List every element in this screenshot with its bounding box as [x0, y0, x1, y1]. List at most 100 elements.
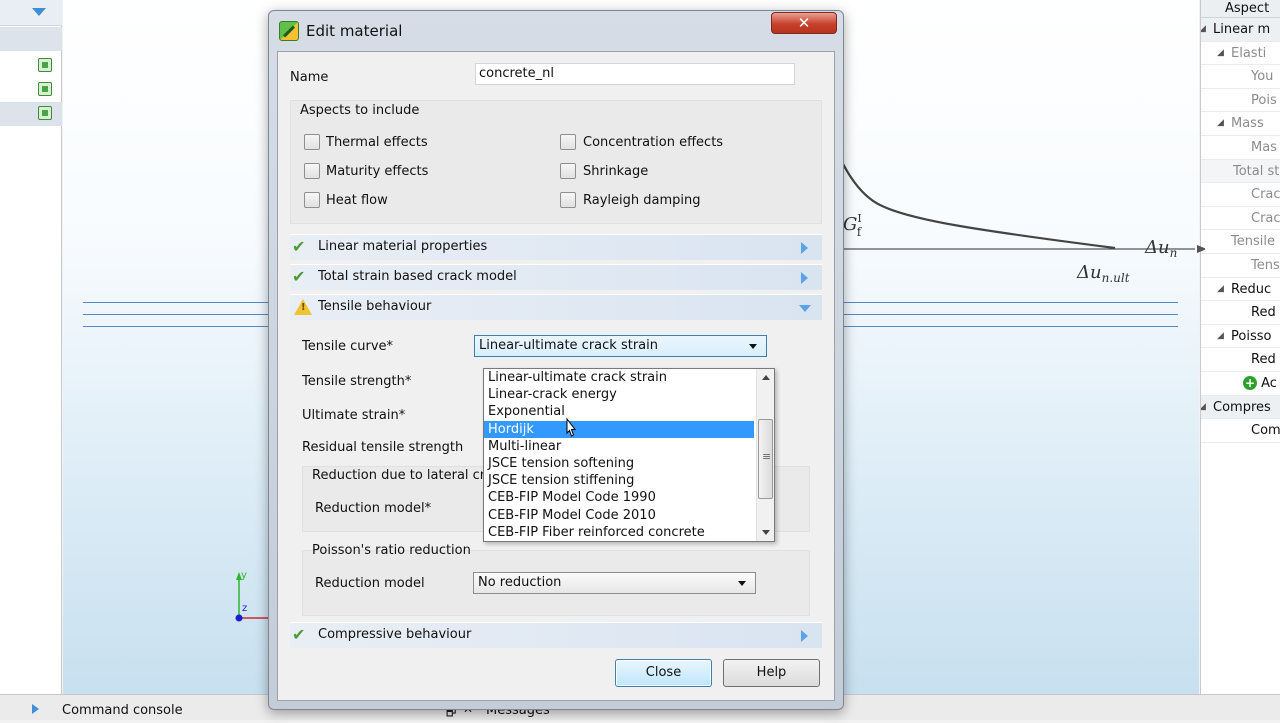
dropdown-option[interactable]: Exponential — [484, 403, 754, 420]
expand-caret-icon[interactable]: ◢ — [1201, 396, 1206, 419]
warning-icon — [294, 299, 312, 315]
chevron-down-icon — [799, 305, 811, 312]
name-label: Name — [290, 70, 329, 85]
aspect-tree-row[interactable]: ◢ Linear m — [1201, 18, 1280, 42]
rayleigh-damping-checkbox[interactable] — [560, 192, 576, 208]
graph-x-sub: n — [1170, 246, 1178, 260]
aspect-tree-row[interactable]: ◢ Compres — [1201, 395, 1280, 420]
help-button[interactable]: Help — [723, 659, 820, 687]
chevron-right-icon — [801, 242, 808, 254]
aspect-tree-row[interactable]: ◢ Mass — [1201, 112, 1280, 136]
concentration-effects-checkbox[interactable] — [560, 134, 576, 150]
reduction-model-label: Reduction model* — [315, 501, 432, 516]
model-tree-panel — [0, 0, 62, 706]
aspect-tree-row[interactable]: Tensile b — [1201, 230, 1280, 254]
graph-ult-label: Δu — [1076, 262, 1102, 283]
aspect-tree-label: Poisso — [1231, 328, 1272, 344]
expand-caret-icon[interactable]: ◢ — [1217, 278, 1224, 301]
edit-material-dialog: Edit material ✕ Name concrete_nl Aspects… — [268, 10, 844, 710]
dropdown-option[interactable]: Linear-crack energy — [484, 386, 754, 403]
axis-z-label: z — [242, 603, 247, 614]
aspect-tree-row[interactable]: Mas — [1201, 136, 1280, 160]
expand-arrow-icon[interactable] — [32, 704, 39, 714]
tensile-curve-dropdown[interactable]: Linear-ultimate crack strain Linear-crack… — [483, 368, 775, 542]
aspect-tree-row[interactable]: Compr — [1201, 419, 1280, 443]
add-icon[interactable]: + — [1243, 376, 1257, 391]
aspect-tree-row[interactable]: ◢ Poisso — [1201, 325, 1280, 349]
poisson-reduction-select[interactable]: No reduction — [473, 572, 756, 594]
aspect-tree-label: Red — [1251, 305, 1276, 321]
aspect-tree-label: Pois — [1251, 92, 1277, 108]
expand-caret-icon[interactable]: ◢ — [1217, 42, 1224, 65]
tree-toolbar — [0, 0, 62, 26]
svg-text:Δun.ult: Δun.ult — [1076, 262, 1130, 285]
material-icon[interactable] — [38, 82, 52, 96]
dropdown-option[interactable]: CEB-FIP Model Code 1990 — [484, 489, 754, 506]
concentration-effects-label: Concentration effects — [583, 135, 724, 150]
dropdown-option[interactable]: CEB-FIP Model Code 2010 — [484, 507, 754, 524]
aspect-tree-label: Red — [1251, 352, 1276, 368]
chevron-down-icon[interactable] — [32, 8, 46, 16]
graph-gf-sub: f — [857, 225, 863, 239]
lateral-reduction-title: Reduction due to lateral cr — [312, 468, 486, 483]
dropdown-option[interactable]: CEB-FIP Fiber reinforced concrete — [484, 524, 754, 541]
close-window-button[interactable]: ✕ — [771, 12, 837, 34]
dropdown-option[interactable]: JSCE tension stiffening — [484, 472, 754, 489]
scroll-thumb[interactable] — [758, 419, 773, 499]
aspect-tree-row[interactable]: Pois — [1201, 89, 1280, 113]
aspect-tree-label: Crack — [1251, 210, 1280, 226]
expand-caret-icon[interactable]: ◢ — [1217, 325, 1224, 348]
scroll-down-icon[interactable] — [762, 530, 770, 535]
maturity-effects-checkbox[interactable] — [304, 163, 320, 179]
aspect-tree-row[interactable]: ◢ Reduc — [1201, 278, 1280, 302]
tree-row-selected[interactable] — [0, 27, 62, 51]
aspect-tree-row[interactable]: Total stra — [1201, 159, 1280, 184]
aspect-tree-label: Tensile b — [1231, 234, 1280, 250]
section-tensile-behaviour[interactable]: Tensile behaviour — [290, 294, 822, 320]
aspect-tree-row[interactable]: Crack — [1201, 207, 1280, 231]
dropdown-option[interactable]: JSCE tension softening — [484, 455, 754, 472]
dialog-body: Name concrete_nl Aspects to include Ther… — [277, 51, 835, 701]
dropdown-option[interactable]: Linear-ultimate crack strain — [484, 369, 754, 386]
expand-caret-icon[interactable]: ◢ — [1201, 18, 1206, 41]
name-field[interactable]: concrete_nl — [475, 63, 795, 85]
aspects-title: Aspects to include — [300, 103, 420, 118]
aspect-tree-row[interactable]: ◢ Elasti — [1201, 42, 1280, 66]
poisson-title: Poisson's ratio reduction — [312, 543, 471, 558]
tree-row-selected[interactable] — [0, 102, 62, 126]
axis-y-label: y — [241, 570, 247, 581]
section-linear-material[interactable]: ✔ Linear material properties — [290, 234, 822, 260]
aspect-tree-row[interactable]: Crack — [1201, 183, 1280, 207]
aspect-tree-label: Elasti — [1231, 45, 1267, 61]
aspect-tree-row[interactable]: Tensile — [1201, 254, 1280, 278]
close-button[interactable]: Close — [615, 659, 712, 687]
material-icon[interactable] — [38, 58, 52, 72]
shrinkage-label: Shrinkage — [583, 164, 649, 179]
graph-ult-sub: n.ult — [1102, 271, 1130, 285]
poisson-reduction-label: Reduction model — [315, 576, 425, 591]
tensile-curve-select[interactable]: Linear-ultimate crack strain — [474, 335, 767, 357]
aspect-tree-row[interactable]: Red — [1201, 348, 1280, 372]
dropdown-option[interactable]: Multi-linear — [484, 438, 754, 455]
dropdown-option[interactable]: Hordijk — [484, 420, 754, 438]
material-icon[interactable] — [38, 106, 52, 120]
check-icon: ✔ — [292, 237, 306, 256]
check-icon: ✔ — [292, 267, 306, 286]
section-compressive-behaviour[interactable]: ✔ Compressive behaviour — [290, 622, 822, 648]
check-icon: ✔ — [292, 625, 306, 644]
thermal-effects-checkbox[interactable] — [304, 134, 320, 150]
aspect-tree-row[interactable]: You — [1201, 65, 1280, 89]
section-total-strain[interactable]: ✔ Total strain based crack model — [290, 264, 822, 290]
aspect-tree-row[interactable]: Red — [1201, 301, 1280, 325]
aspect-tree-label: Crack — [1251, 187, 1280, 203]
command-console-tab[interactable]: Command console — [62, 703, 183, 718]
expand-caret-icon[interactable]: ◢ — [1217, 112, 1224, 135]
scroll-up-icon[interactable] — [762, 375, 770, 380]
dialog-titlebar[interactable]: Edit material ✕ — [269, 11, 843, 51]
heat-flow-checkbox[interactable] — [304, 192, 320, 208]
dropdown-scrollbar[interactable] — [756, 369, 774, 541]
aspect-tree-row[interactable]: + Ac — [1201, 372, 1280, 396]
shrinkage-checkbox[interactable] — [560, 163, 576, 179]
material-edit-icon — [279, 21, 299, 41]
chevron-right-icon — [801, 272, 808, 284]
